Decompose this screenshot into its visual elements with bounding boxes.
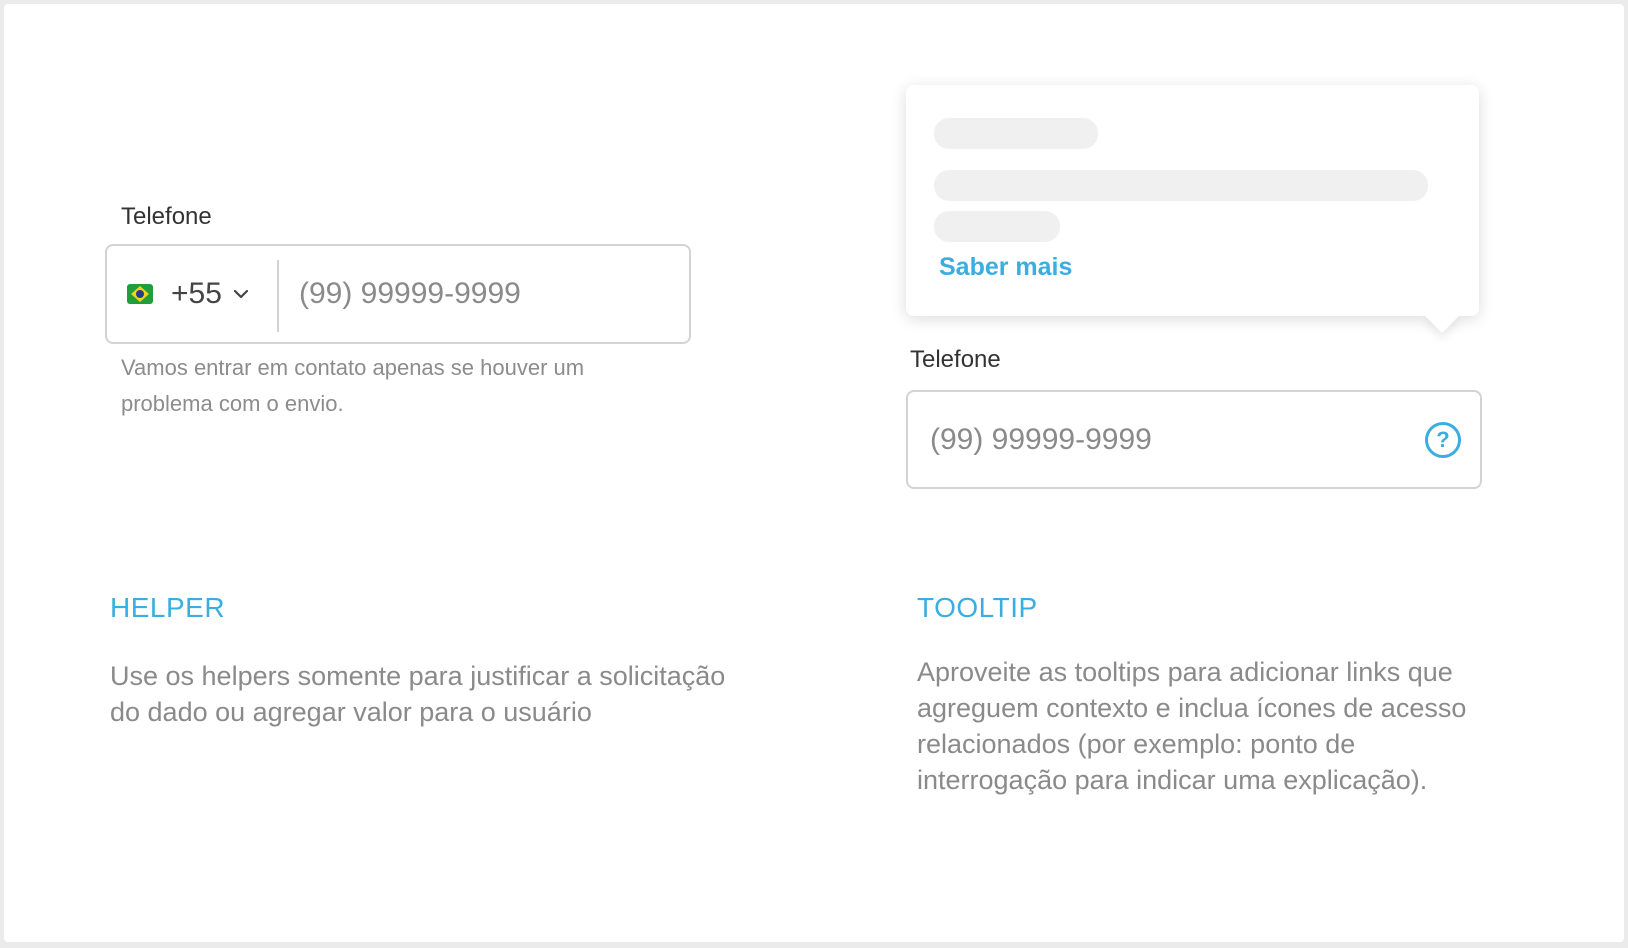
country-code: +55 [171, 277, 222, 310]
question-circle-icon[interactable]: ? [1425, 422, 1461, 458]
brazil-flag-icon [127, 284, 153, 304]
section-description-tooltip: Aproveite as tooltips para adicionar lin… [917, 657, 1467, 795]
tooltip-card: Saber mais [906, 85, 1479, 333]
skeleton-line [934, 118, 1098, 149]
chevron-down-icon [233, 289, 248, 299]
phone-input-with-country[interactable]: +55 (99) 99999-9999 [105, 244, 691, 344]
skeleton-line [934, 170, 1428, 201]
skeleton-line [934, 211, 1060, 242]
country-selector[interactable]: +55 [127, 246, 250, 342]
phone-number-input[interactable]: (99) 99999-9999 [930, 392, 1152, 487]
section-description-helper: Use os helpers somente para justificar a… [110, 661, 726, 727]
phone-label: Telefone [121, 203, 212, 230]
phone-label: Telefone [910, 346, 1001, 373]
helper-text: Vamos entrar em contato apenas se houver… [121, 355, 585, 416]
phone-number-input[interactable]: (99) 99999-9999 [299, 246, 521, 342]
phone-input-with-help[interactable]: (99) 99999-9999 ? [906, 390, 1482, 489]
section-title-helper: HELPER [110, 592, 226, 623]
saber-mais-link[interactable]: Saber mais [939, 253, 1072, 282]
section-title-tooltip: TOOLTIP [917, 592, 1038, 623]
divider [277, 260, 279, 332]
